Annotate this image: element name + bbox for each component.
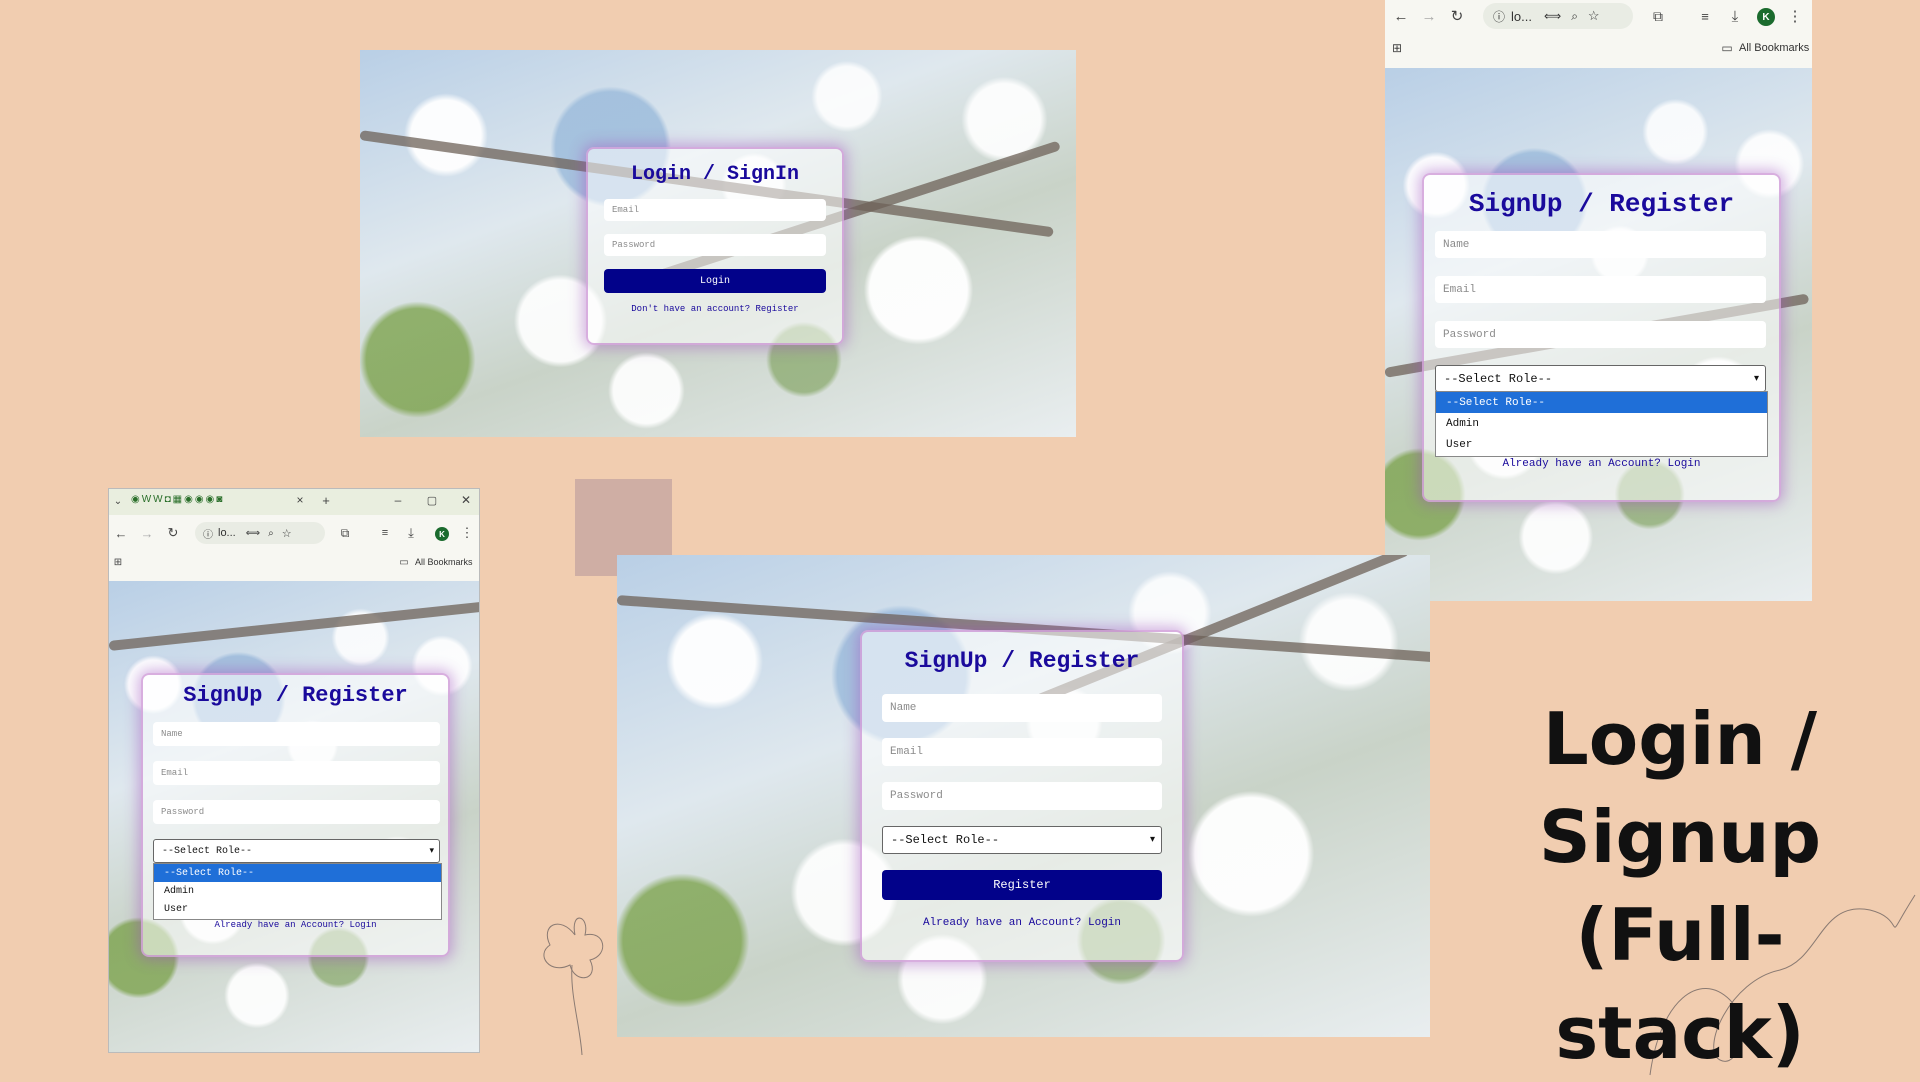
zoom-icon[interactable]: ⌕: [1571, 9, 1578, 24]
password-field[interactable]: Password: [604, 234, 826, 256]
favicon-strip: ◉WW◘▦◉◉◉◙: [131, 494, 225, 505]
chevron-down-icon: ▾: [429, 846, 434, 856]
translate-icon[interactable]: ⟺: [1544, 9, 1561, 23]
signup-card: SignUp / Register Name Email Password --…: [1422, 173, 1781, 502]
register-link[interactable]: Don't have an account? Register: [588, 304, 842, 314]
profile-avatar[interactable]: K: [1757, 8, 1775, 26]
back-icon[interactable]: ←: [113, 525, 129, 541]
close-icon[interactable]: ✕: [459, 493, 473, 507]
extensions-icon[interactable]: ⧉: [1648, 6, 1668, 26]
chevron-down-icon: ▾: [1753, 373, 1759, 385]
bookmarks-label[interactable]: All Bookmarks: [1739, 42, 1809, 54]
reload-icon[interactable]: ↻: [165, 525, 181, 541]
role-select[interactable]: --Select Role-- ▾: [153, 839, 440, 863]
login-link[interactable]: Already have an Account? Login: [143, 920, 448, 930]
extensions-icon[interactable]: ⧉: [337, 525, 353, 541]
login-link[interactable]: Already have an Account? Login: [862, 917, 1182, 929]
login-card: Login / SignIn Email Password Login Don'…: [586, 147, 844, 345]
address-text: lo...: [1511, 8, 1532, 24]
zoom-icon[interactable]: ⌕: [268, 528, 274, 539]
role-option[interactable]: --Select Role--: [154, 864, 441, 882]
email-field[interactable]: Email: [604, 199, 826, 221]
role-select-value: --Select Role--: [891, 833, 1000, 847]
signup-title: SignUp / Register: [183, 683, 408, 708]
password-field[interactable]: Password: [1435, 321, 1766, 348]
signup-main-screenshot: SignUp / Register Name Email Password --…: [617, 555, 1430, 1037]
address-bar[interactable]: ⓘ lo... ⟺ ⌕ ☆: [195, 522, 325, 544]
reading-list-icon[interactable]: ≡: [1695, 6, 1715, 26]
register-button[interactable]: Register: [882, 870, 1162, 900]
signup-card: SignUp / Register Name Email Password --…: [141, 673, 450, 957]
role-option[interactable]: Admin: [154, 882, 441, 900]
profile-avatar[interactable]: K: [435, 527, 449, 541]
tab-search-icon[interactable]: ⌄: [111, 494, 125, 508]
role-select[interactable]: --Select Role-- ▾: [1435, 365, 1766, 392]
role-option[interactable]: Admin: [1436, 413, 1767, 434]
tab-close-icon[interactable]: ×: [293, 493, 307, 507]
apps-icon[interactable]: ⊞: [111, 555, 125, 569]
download-icon[interactable]: ⤓: [403, 525, 419, 541]
bookmarks-label[interactable]: All Bookmarks: [415, 557, 473, 567]
password-field[interactable]: Password: [153, 800, 440, 824]
star-icon[interactable]: ☆: [1588, 8, 1600, 24]
browser-toolbar: ← → ↻ ⓘ lo... ⟺ ⌕ ☆ ⧉ ≡ ⤓ K ⋮ ⊞ ▭ All Bo…: [1385, 0, 1812, 68]
right-page-background: SignUp / Register Name Email Password --…: [1385, 68, 1812, 601]
reading-list-icon[interactable]: ≡: [377, 525, 393, 541]
maximize-icon[interactable]: ▢: [425, 493, 439, 507]
login-link[interactable]: Already have an Account? Login: [1424, 458, 1779, 470]
role-select-value: --Select Role--: [1444, 371, 1553, 386]
name-field[interactable]: Name: [882, 694, 1162, 722]
forward-icon[interactable]: →: [139, 525, 155, 541]
chevron-down-icon: ▾: [1149, 835, 1155, 846]
forward-icon[interactable]: →: [1419, 6, 1439, 26]
login-button[interactable]: Login: [604, 269, 826, 293]
new-tab-icon[interactable]: +: [319, 493, 333, 508]
role-dropdown: --Select Role-- Admin User: [153, 863, 442, 920]
info-icon: ⓘ: [1493, 9, 1506, 24]
signup-left-window: ⌄ ◉WW◘▦◉◉◉◙ × + – ▢ ✕ ← → ↻ ⓘ lo... ⟺ ⌕ …: [108, 488, 480, 1053]
headline-line: stack): [1555, 991, 1805, 1075]
role-dropdown: --Select Role-- Admin User: [1435, 391, 1768, 457]
role-option[interactable]: --Select Role--: [1436, 392, 1767, 413]
login-screenshot: Login / SignIn Email Password Login Don'…: [360, 50, 1076, 437]
headline-line: Login /: [1542, 697, 1818, 781]
signup-card: SignUp / Register Name Email Password --…: [860, 630, 1184, 962]
headline-line: Signup (Full-: [1538, 795, 1822, 977]
download-icon[interactable]: ⤓: [1725, 6, 1745, 26]
name-field[interactable]: Name: [1435, 231, 1766, 258]
signup-title: SignUp / Register: [1468, 189, 1735, 219]
info-icon: ⓘ: [203, 529, 213, 541]
left-page-background: SignUp / Register Name Email Password --…: [109, 581, 479, 1052]
login-title: Login / SignIn: [630, 163, 800, 186]
address-text: lo...: [218, 527, 236, 539]
signup-title: SignUp / Register: [904, 648, 1140, 674]
browser-chrome: ⌄ ◉WW◘▦◉◉◉◙ × + – ▢ ✕ ← → ↻ ⓘ lo... ⟺ ⌕ …: [109, 489, 479, 581]
star-icon[interactable]: ☆: [282, 527, 292, 540]
address-bar[interactable]: ⓘ lo... ⟺ ⌕ ☆: [1483, 3, 1633, 29]
role-select[interactable]: --Select Role-- ▾: [882, 826, 1162, 854]
email-field[interactable]: Email: [1435, 276, 1766, 303]
minimize-icon[interactable]: –: [391, 493, 405, 507]
menu-icon[interactable]: ⋮: [1785, 6, 1805, 26]
role-option[interactable]: User: [1436, 434, 1767, 455]
email-field[interactable]: Email: [153, 761, 440, 785]
signup-right-window: ← → ↻ ⓘ lo... ⟺ ⌕ ☆ ⧉ ≡ ⤓ K ⋮ ⊞ ▭ All Bo…: [1385, 0, 1812, 601]
folder-icon: ▭: [399, 556, 409, 568]
flower-sketch-icon: [543, 917, 604, 1055]
page-headline: Login / Signup (Full- stack): [1460, 690, 1900, 1082]
name-field[interactable]: Name: [153, 722, 440, 746]
translate-icon[interactable]: ⟺: [246, 528, 260, 539]
password-field[interactable]: Password: [882, 782, 1162, 810]
apps-icon[interactable]: ⊞: [1389, 40, 1405, 56]
folder-icon: ▭: [1721, 41, 1733, 55]
role-select-value: --Select Role--: [162, 845, 253, 857]
menu-icon[interactable]: ⋮: [459, 525, 475, 541]
email-field[interactable]: Email: [882, 738, 1162, 766]
role-option[interactable]: User: [154, 900, 441, 918]
back-icon[interactable]: ←: [1391, 6, 1411, 26]
reload-icon[interactable]: ↻: [1447, 6, 1467, 26]
